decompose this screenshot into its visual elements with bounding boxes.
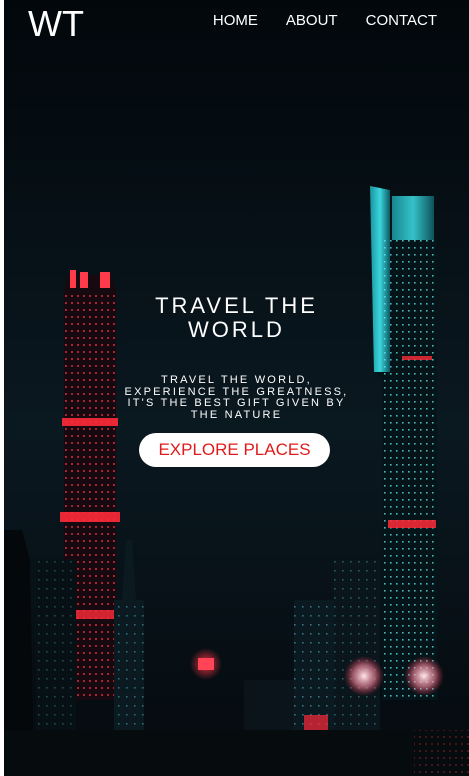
hero-title: TRAVEL THE WORLD: [155, 293, 318, 342]
explore-places-button[interactable]: EXPLORE PLACES: [139, 433, 330, 467]
hero-content: TRAVEL THE WORLD TRAVEL THE WORLD, EXPER…: [114, 294, 359, 421]
site-logo[interactable]: WT: [28, 4, 84, 44]
nav-link-contact[interactable]: CONTACT: [366, 12, 437, 30]
nav-menu: HOME ABOUT CONTACT: [213, 12, 437, 30]
nav-link-home[interactable]: HOME: [213, 12, 258, 30]
hero-subtitle: TRAVEL THE WORLD, EXPERIENCE THE GREATNE…: [124, 374, 349, 421]
hero-section: WT HOME ABOUT CONTACT TRAVEL THE WORLD T…: [4, 0, 469, 776]
top-navigation: WT HOME ABOUT CONTACT: [4, 0, 469, 44]
nav-link-about[interactable]: ABOUT: [286, 12, 338, 30]
